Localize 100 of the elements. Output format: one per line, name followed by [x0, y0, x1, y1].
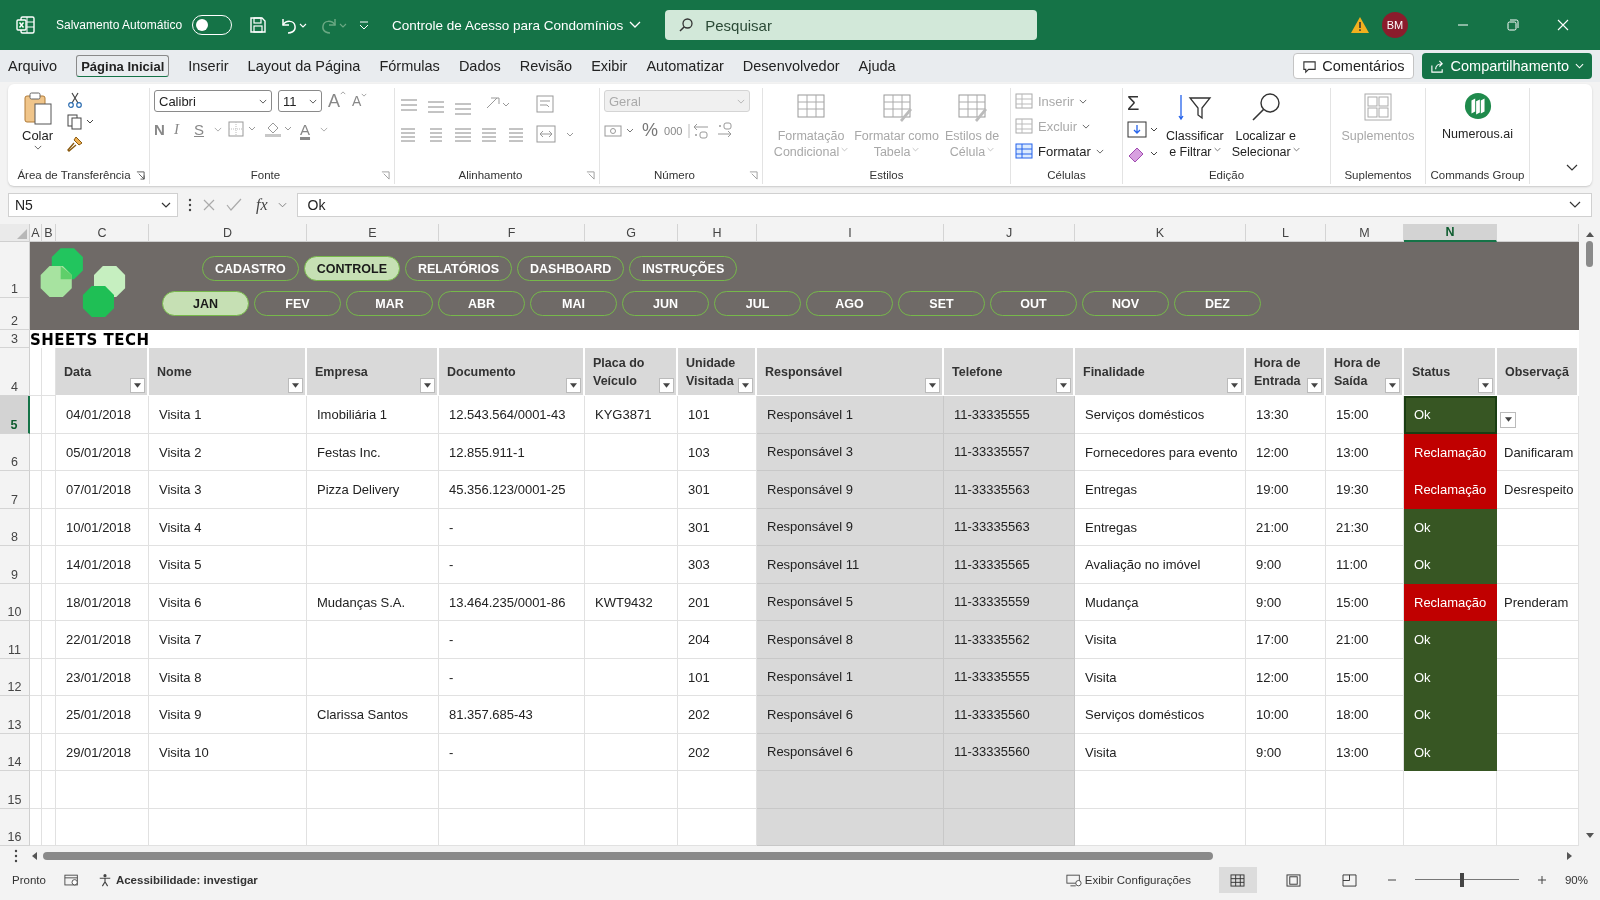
- spreadsheet-app-icon[interactable]: [16, 15, 36, 35]
- column-header[interactable]: M: [1326, 224, 1404, 242]
- percent-button[interactable]: %: [642, 120, 658, 141]
- decrease-font-button[interactable]: A: [352, 93, 368, 109]
- column-header[interactable]: F: [439, 224, 585, 242]
- paste-button[interactable]: Colar: [16, 90, 60, 152]
- font-family-dropdown[interactable]: Calibri: [154, 90, 272, 112]
- chevron-down-icon[interactable]: [1566, 164, 1578, 172]
- insert-function-button[interactable]: fx: [256, 196, 268, 214]
- macro-record-icon[interactable]: [63, 873, 80, 887]
- column-header[interactable]: I: [757, 224, 944, 242]
- search-field[interactable]: Pesquisar: [665, 10, 1038, 40]
- row-header[interactable]: 2: [0, 298, 30, 330]
- close-icon[interactable]: [1557, 19, 1569, 31]
- menu-tab[interactable]: Inserir: [188, 51, 229, 81]
- nav-tab[interactable]: CONTROLE: [303, 256, 400, 281]
- font-size-dropdown[interactable]: 11: [278, 90, 322, 112]
- filter-button[interactable]: [566, 378, 581, 393]
- scroll-thumb[interactable]: [43, 852, 1213, 860]
- display-settings-button[interactable]: Exibir Configurações: [1065, 873, 1191, 887]
- dialog-launcher-icon[interactable]: [136, 170, 145, 180]
- menu-tab[interactable]: Layout da Página: [247, 51, 361, 81]
- column-header[interactable]: H: [678, 224, 757, 242]
- cell-dropdown-button[interactable]: [1500, 411, 1516, 428]
- menu-tab[interactable]: Arquivo: [8, 51, 58, 81]
- row-header[interactable]: 5: [0, 396, 30, 434]
- zoom-in-icon[interactable]: [1536, 875, 1547, 885]
- comments-button[interactable]: Comentários: [1293, 53, 1414, 79]
- zoom-percentage[interactable]: 90%: [1564, 874, 1588, 886]
- row-header[interactable]: 13: [0, 696, 30, 734]
- scroll-thumb[interactable]: [1586, 241, 1593, 267]
- add-in-button[interactable]: Numerous.ai: [1441, 90, 1514, 144]
- row-header[interactable]: 8: [0, 508, 30, 546]
- row-header[interactable]: 14: [0, 733, 30, 771]
- more-icon[interactable]: [188, 198, 192, 212]
- bold-button[interactable]: N: [154, 120, 168, 138]
- column-header[interactable]: K: [1075, 224, 1246, 242]
- normal-view-button[interactable]: [1218, 867, 1257, 893]
- filter-button[interactable]: [659, 378, 674, 393]
- scissors-icon[interactable]: [67, 92, 84, 108]
- row-header[interactable]: 12: [0, 658, 30, 696]
- scroll-right-icon[interactable]: [1567, 852, 1572, 860]
- user-avatar[interactable]: BM: [1382, 12, 1408, 38]
- column-header[interactable]: A: [30, 224, 42, 242]
- scroll-left-icon[interactable]: [32, 852, 37, 860]
- row-header[interactable]: 1: [0, 242, 30, 298]
- column-header[interactable]: C: [56, 224, 149, 242]
- thousands-button[interactable]: 000: [664, 124, 683, 137]
- row-header[interactable]: 9: [0, 546, 30, 584]
- name-box[interactable]: N5: [8, 193, 178, 217]
- scroll-down-icon[interactable]: [1585, 833, 1594, 838]
- menu-tab[interactable]: Ajuda: [858, 51, 896, 81]
- filter-button[interactable]: [1307, 378, 1322, 393]
- filter-button[interactable]: [288, 378, 303, 393]
- row-header[interactable]: 7: [0, 471, 30, 509]
- copy-icon[interactable]: [67, 114, 96, 130]
- filter-button[interactable]: [130, 378, 145, 393]
- row-header[interactable]: 11: [0, 621, 30, 659]
- editing-button[interactable]: Localizar e Selecionar: [1230, 90, 1301, 162]
- filter-button[interactable]: [738, 378, 753, 393]
- autosum-button[interactable]: Σ: [1127, 92, 1159, 115]
- menu-tab[interactable]: Dados: [458, 51, 501, 81]
- column-header[interactable]: J: [944, 224, 1075, 242]
- accessibility-button[interactable]: Acessibilidade: investigar: [97, 873, 258, 887]
- row-header[interactable]: 15: [0, 771, 30, 809]
- warning-icon[interactable]: [1350, 16, 1370, 34]
- row-header[interactable]: 10: [0, 583, 30, 621]
- scroll-up-icon[interactable]: [1585, 232, 1594, 237]
- column-header[interactable]: E: [307, 224, 439, 242]
- filter-button[interactable]: [925, 378, 940, 393]
- document-title[interactable]: Controle de Acesso para Condomínios: [392, 17, 642, 33]
- zoom-slider-thumb[interactable]: [1459, 873, 1464, 887]
- customize-toolbar-icon[interactable]: [358, 19, 371, 31]
- fill-down-icon[interactable]: [1127, 121, 1159, 139]
- column-header[interactable]: D: [149, 224, 307, 242]
- column-header[interactable]: B: [42, 224, 56, 242]
- filter-button[interactable]: [1478, 378, 1493, 393]
- fill-color-icon[interactable]: [264, 120, 294, 138]
- chevron-down-icon[interactable]: [1569, 201, 1581, 209]
- menu-tab[interactable]: Página Inicial: [76, 55, 170, 77]
- cells-command-button[interactable]: Formatar: [1015, 140, 1104, 162]
- more-icon[interactable]: [14, 849, 18, 863]
- column-header[interactable]: G: [585, 224, 678, 242]
- row-header[interactable]: 4: [0, 348, 30, 396]
- eraser-icon[interactable]: [1127, 145, 1159, 163]
- editing-button[interactable]: Classificar e Filtrar: [1165, 90, 1225, 162]
- row-header[interactable]: 3: [0, 330, 30, 348]
- menu-tab[interactable]: Exibir: [591, 51, 628, 81]
- font-color-button[interactable]: A: [300, 120, 314, 138]
- share-button[interactable]: Compartilhamento: [1421, 53, 1592, 79]
- filter-button[interactable]: [1227, 378, 1242, 393]
- check-icon[interactable]: [226, 198, 242, 212]
- restore-icon[interactable]: [1507, 19, 1519, 31]
- month-tab[interactable]: JAN: [162, 291, 249, 316]
- column-header[interactable]: L: [1246, 224, 1326, 242]
- format-painter-icon[interactable]: [67, 136, 84, 152]
- italic-button[interactable]: I: [174, 120, 188, 138]
- increase-font-button[interactable]: A: [328, 90, 346, 112]
- underline-button[interactable]: S: [194, 120, 208, 138]
- menu-tab[interactable]: Revisão: [519, 51, 573, 81]
